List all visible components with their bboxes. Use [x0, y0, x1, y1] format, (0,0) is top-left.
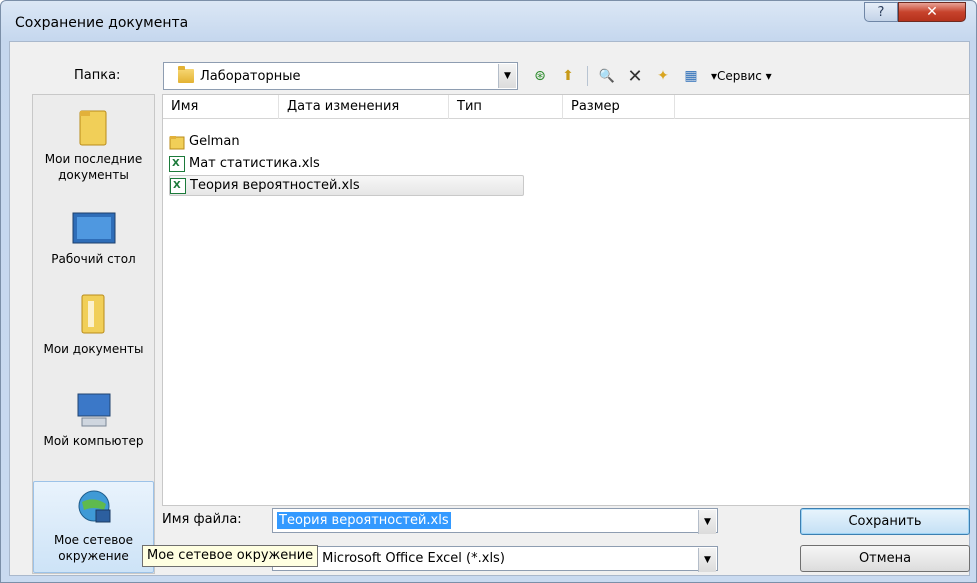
folder-combo-arrow[interactable]: ▼	[498, 64, 516, 88]
tooltip: Мое сетевое окружение	[142, 545, 319, 567]
filetype-combo-arrow[interactable]: ▼	[698, 548, 716, 572]
folder-label: Папка:	[74, 68, 121, 83]
back-icon[interactable]: ⊛	[528, 65, 552, 87]
close-icon: ✕	[926, 4, 938, 20]
file-name: Мат статистика.xls	[189, 156, 320, 171]
place-label: Мои документы	[43, 342, 144, 356]
place-label: Мое сетевое окружение	[53, 533, 134, 563]
search-web-icon[interactable]: 🔍	[595, 65, 619, 87]
folder-current: Лабораторные	[200, 69, 301, 84]
place-label: Мои последние документы	[44, 152, 143, 182]
place-label: Рабочий стол	[51, 252, 136, 266]
place-label: Мой компьютер	[43, 434, 144, 448]
views-icon[interactable]: ▦	[679, 65, 703, 87]
filename-label: Имя файла:	[162, 512, 242, 527]
list-item-selected[interactable]: Теория вероятностей.xls	[169, 175, 524, 196]
column-size[interactable]: Размер	[563, 95, 675, 119]
dialog-title: Сохранение документа	[15, 15, 189, 31]
list-item[interactable]: Gelman	[169, 131, 524, 152]
excel-file-icon	[169, 155, 185, 172]
recent-folder-icon	[79, 110, 106, 146]
folder-icon	[178, 66, 194, 83]
folder-combo[interactable]: Лабораторные ▼	[163, 62, 518, 90]
computer-icon	[77, 393, 110, 427]
filename-input[interactable]: Теория вероятностей.xls ▼	[272, 508, 718, 534]
column-date-modified[interactable]: Дата изменения	[279, 95, 449, 119]
place-network[interactable]: Мое сетевое окружение	[33, 481, 154, 573]
list-item[interactable]: Мат статистика.xls	[169, 153, 524, 174]
save-dialog: Сохранение документа ? ✕ Папка: Лаборато…	[0, 0, 977, 583]
close-button[interactable]: ✕	[898, 2, 966, 22]
excel-file-icon	[170, 177, 186, 194]
file-name: Теория вероятностей.xls	[190, 178, 360, 193]
help-button[interactable]: ?	[864, 2, 898, 22]
documents-folder-icon	[81, 294, 104, 334]
column-type[interactable]: Тип	[449, 95, 563, 119]
service-menu[interactable]: ▾Сервис ▾	[707, 65, 776, 87]
toolbar-separator	[587, 66, 588, 86]
column-name[interactable]: Имя	[163, 95, 279, 119]
help-icon: ?	[877, 4, 885, 20]
file-list[interactable]: Имя Дата изменения Тип Размер Gelman Мат…	[162, 94, 970, 506]
delete-icon[interactable]: ✕	[623, 65, 647, 87]
network-globe-icon	[78, 490, 110, 523]
place-recent-documents[interactable]: Мои последние документы	[33, 107, 154, 183]
places-bar: Мои последние документы Рабочий стол Мои…	[32, 94, 155, 574]
toolbar: ⊛ ⬆ 🔍 ✕ ✦ ▦ ▾Сервис ▾	[528, 64, 776, 88]
desktop-icon	[72, 212, 115, 244]
up-folder-icon[interactable]: ⬆	[556, 65, 580, 87]
folder-icon	[169, 135, 185, 149]
cancel-button[interactable]: Отмена	[800, 545, 970, 572]
place-desktop[interactable]: Рабочий стол	[33, 211, 154, 267]
list-header: Имя Дата изменения Тип Размер	[163, 95, 969, 119]
title-bar[interactable]: Сохранение документа ? ✕	[1, 1, 976, 41]
place-my-documents[interactable]: Мои документы	[33, 291, 154, 357]
new-folder-icon[interactable]: ✦	[651, 65, 675, 87]
filetype-select[interactable]: Книга Microsoft Office Excel (*.xls) ▼	[272, 546, 718, 572]
dialog-client: Папка: Лабораторные ▼ ⊛ ⬆ 🔍 ✕ ✦ ▦ ▾Серви…	[9, 41, 970, 576]
filename-combo-arrow[interactable]: ▼	[698, 510, 716, 534]
file-name: Gelman	[189, 134, 240, 149]
place-my-computer[interactable]: Мой компьютер	[33, 391, 154, 449]
save-button[interactable]: Сохранить	[800, 508, 970, 535]
filename-value: Теория вероятностей.xls	[277, 512, 451, 529]
